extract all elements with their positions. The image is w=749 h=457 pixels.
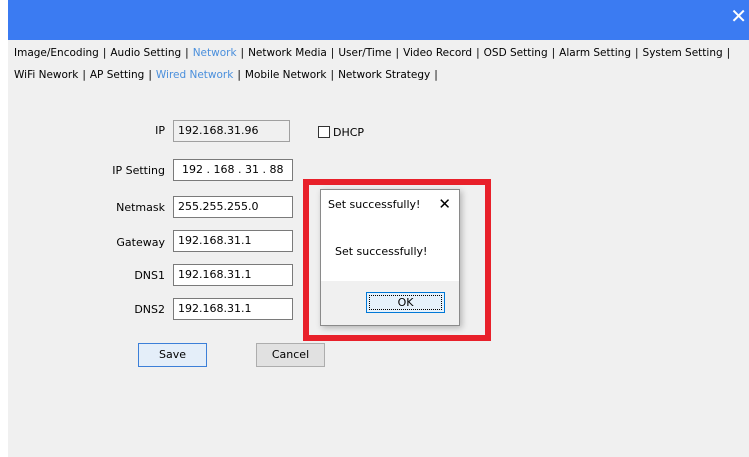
ip-setting-label: IP Setting	[112, 164, 165, 177]
tab-wired-network[interactable]: Wired Network	[153, 69, 236, 81]
dialog-title: Set successfully!	[328, 198, 421, 211]
save-button[interactable]: Save	[138, 343, 207, 367]
ip-label: IP	[155, 124, 165, 137]
tab-wifi-network[interactable]: WiFi Nework	[11, 69, 81, 81]
message-dialog: Set successfully! ✕ Set successfully! OK	[320, 189, 460, 326]
dhcp-label: DHCP	[333, 126, 365, 139]
gateway-label: Gateway	[116, 236, 165, 249]
dhcp-checkbox[interactable]	[318, 126, 330, 138]
ok-button[interactable]: OK	[366, 292, 445, 313]
tab-user-time[interactable]: User/Time	[335, 47, 394, 59]
tab-video-record[interactable]: Video Record	[400, 47, 475, 59]
dns2-label: DNS2	[134, 303, 165, 316]
focus-rect	[369, 295, 442, 310]
tab-audio-setting[interactable]: Audio Setting	[107, 47, 184, 59]
dns1-field[interactable]: 192.168.31.1	[173, 264, 293, 286]
tab-ap-setting[interactable]: AP Setting	[87, 69, 147, 81]
tab-separator: |	[726, 46, 731, 59]
tab-separator: |	[434, 68, 438, 81]
tab-network-strategy[interactable]: Network Strategy	[335, 69, 433, 81]
tab-system-setting[interactable]: System Setting	[640, 47, 726, 59]
window-close-icon[interactable]: ✕	[730, 6, 747, 26]
tab-image-encoding[interactable]: Image/Encoding	[11, 47, 102, 59]
dialog-message: Set successfully!	[335, 245, 428, 258]
dns2-field[interactable]: 192.168.31.1	[173, 298, 293, 320]
netmask-label: Netmask	[116, 201, 165, 214]
sub-tab-bar: WiFi Nework | AP Setting | Wired Network | …	[11, 66, 439, 83]
tab-network[interactable]: Network	[190, 47, 240, 59]
dns1-label: DNS1	[134, 269, 165, 282]
main-tab-bar: Image/Encoding | Audio Setting | Network | …	[11, 44, 731, 61]
dialog-close-icon[interactable]: ✕	[438, 195, 451, 213]
ip-setting-field[interactable]: 192 . 168 . 31 . 88	[173, 159, 293, 181]
ip-field[interactable]: 192.168.31.96	[173, 120, 290, 142]
window-titlebar: ✕	[8, 0, 749, 40]
cancel-button[interactable]: Cancel	[256, 343, 325, 367]
tab-network-media[interactable]: Network Media	[245, 47, 330, 59]
tab-mobile-network[interactable]: Mobile Network	[242, 69, 330, 81]
tab-osd-setting[interactable]: OSD Setting	[481, 47, 551, 59]
netmask-field[interactable]: 255.255.255.0	[173, 196, 293, 218]
tab-alarm-setting[interactable]: Alarm Setting	[556, 47, 634, 59]
gateway-field[interactable]: 192.168.31.1	[173, 230, 293, 252]
